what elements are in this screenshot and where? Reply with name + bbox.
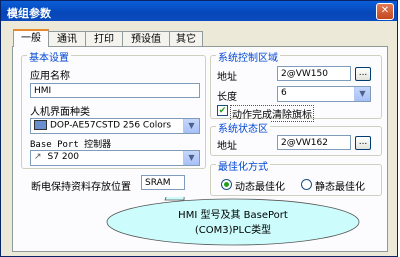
app-name-label: 应用名称 bbox=[30, 71, 70, 82]
hmi-type-select[interactable]: DOP-AE57CSTD 256 Colors ▼ bbox=[30, 118, 200, 134]
length-select[interactable]: 6 ▼ bbox=[277, 86, 371, 102]
retain-location-label: 断电保持资料存放位置 bbox=[31, 182, 131, 193]
hmi-type-label: 人机界面种类 bbox=[30, 107, 90, 118]
annotation-callout: HMI 型号及其 BasePort (COM3)PLC类型 bbox=[106, 197, 360, 246]
tab-other[interactable]: 其它 bbox=[169, 31, 203, 46]
monitor-icon bbox=[34, 120, 47, 130]
control-address-input[interactable]: 2@VW150 bbox=[277, 66, 351, 81]
system-status-group: 系统状态区 地址 2@VW162 ... bbox=[210, 120, 382, 156]
system-control-group: 系统控制区域 地址 2@VW150 ... 长度 6 ▼ ✔ 动作完成清除旗标 bbox=[210, 49, 382, 122]
base-port-select[interactable]: ↗ S7 200 ▼ bbox=[30, 150, 200, 166]
length-label: 长度 bbox=[217, 92, 237, 103]
control-address-browse-button[interactable]: ... bbox=[355, 67, 371, 81]
control-address-label: 地址 bbox=[217, 72, 237, 83]
tab-communication[interactable]: 通讯 bbox=[48, 31, 86, 46]
system-control-legend: 系统控制区域 bbox=[216, 49, 280, 64]
static-optimize-radio[interactable] bbox=[301, 179, 312, 190]
optimization-legend: 最佳化方式 bbox=[216, 158, 270, 173]
chevron-down-icon[interactable]: ▼ bbox=[183, 151, 199, 165]
callout-pointer bbox=[164, 197, 185, 201]
status-address-browse-button[interactable]: ... bbox=[355, 136, 371, 150]
title-bar[interactable]: 模组参数 ✕ bbox=[1, 1, 397, 21]
dynamic-optimize-label[interactable]: 动态最佳化 bbox=[235, 178, 285, 193]
basic-settings-group: 基本设置 应用名称 HMI 人机界面种类 DOP-AE57CSTD 256 Co… bbox=[21, 49, 206, 169]
tab-general[interactable]: 一般 bbox=[13, 29, 49, 47]
callout-bubble bbox=[106, 198, 360, 246]
length-value: 6 bbox=[281, 88, 287, 98]
plug-icon: ↗ bbox=[34, 152, 42, 162]
retain-location-field[interactable]: SRAM bbox=[141, 175, 185, 190]
chevron-down-icon[interactable]: ▼ bbox=[354, 87, 370, 101]
optimization-group: 最佳化方式 动态最佳化 静态最佳化 bbox=[210, 158, 382, 196]
static-optimize-label[interactable]: 静态最佳化 bbox=[315, 178, 365, 193]
status-address-label: 地址 bbox=[217, 141, 237, 152]
chevron-down-icon[interactable]: ▼ bbox=[183, 119, 199, 133]
callout-line-2: (COM3)PLC类型 bbox=[195, 223, 271, 236]
close-button[interactable]: ✕ bbox=[376, 3, 394, 20]
dynamic-optimize-radio[interactable] bbox=[221, 179, 232, 190]
base-port-value: ↗ S7 200 bbox=[34, 152, 80, 162]
base-port-label: Base Port 控制器 bbox=[30, 140, 112, 150]
app-name-input[interactable]: HMI bbox=[30, 83, 200, 98]
tab-print[interactable]: 打印 bbox=[85, 31, 123, 46]
status-address-input[interactable]: 2@VW162 bbox=[277, 135, 351, 150]
hmi-type-value: DOP-AE57CSTD 256 Colors bbox=[34, 120, 171, 131]
system-status-legend: 系统状态区 bbox=[216, 120, 270, 135]
callout-line-1: HMI 型号及其 BasePort bbox=[178, 208, 288, 221]
tab-presets[interactable]: 预设值 bbox=[122, 31, 170, 46]
auto-clear-checkbox[interactable]: ✔ bbox=[217, 105, 228, 116]
basic-settings-legend: 基本设置 bbox=[27, 49, 71, 64]
window-title: 模组参数 bbox=[7, 7, 51, 20]
